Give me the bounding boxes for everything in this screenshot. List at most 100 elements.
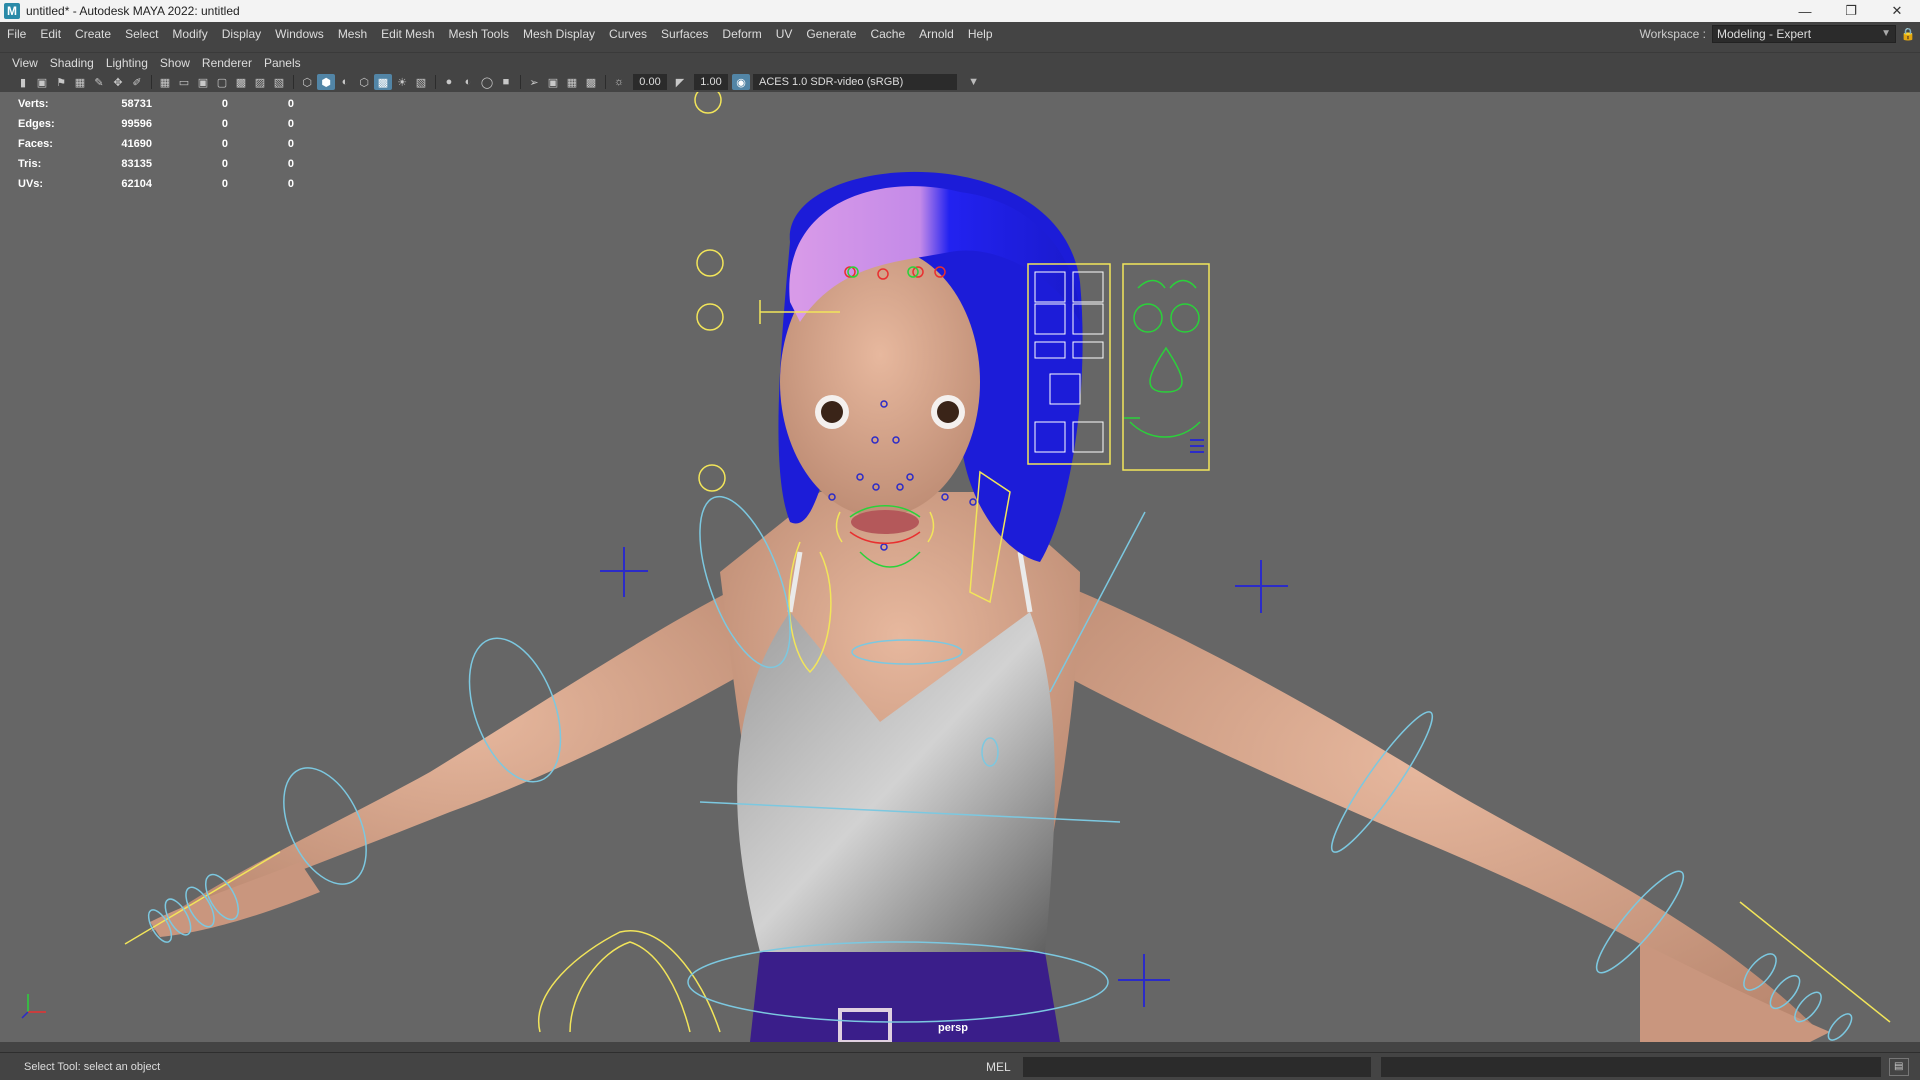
poly-count-hud: Verts: 58731 0 0 Edges: 99596 0 0 Faces:… xyxy=(18,94,294,194)
menu-create[interactable]: Create xyxy=(68,22,118,46)
menu-help[interactable]: Help xyxy=(961,22,1000,46)
hud-row-uvs: UVs: 62104 0 0 xyxy=(18,178,294,190)
panel-menu-bar: View Shading Lighting Show Renderer Pane… xyxy=(0,52,1920,72)
panel-menu-view[interactable]: View xyxy=(0,56,44,70)
gamma-icon[interactable]: ◤ xyxy=(671,74,689,90)
menu-deform[interactable]: Deform xyxy=(715,22,768,46)
chevron-down-icon: ▼ xyxy=(1881,28,1891,39)
wireframe-on-shaded-icon[interactable]: ⬡ xyxy=(355,74,373,90)
shadows-icon[interactable]: ▧ xyxy=(412,74,430,90)
menu-mesh-display[interactable]: Mesh Display xyxy=(516,22,602,46)
window-controls: — ❐ ✕ xyxy=(1782,0,1920,22)
textured-icon[interactable]: ▩ xyxy=(374,74,392,90)
motion-blur-icon[interactable]: ◐ xyxy=(459,74,477,90)
color-space-value: ACES 1.0 SDR-video (sRGB) xyxy=(759,76,904,88)
exposure-icon[interactable]: ☼ xyxy=(610,74,628,90)
menu-display[interactable]: Display xyxy=(215,22,268,46)
menu-arnold[interactable]: Arnold xyxy=(912,22,961,46)
wireframe-icon[interactable]: ⬡ xyxy=(298,74,316,90)
paint-brush-icon[interactable]: ✐ xyxy=(128,74,146,90)
close-button[interactable]: ✕ xyxy=(1874,0,1920,22)
menu-modify[interactable]: Modify xyxy=(165,22,214,46)
exposure-field[interactable]: 0.00 xyxy=(633,74,667,90)
resolution-gate-icon[interactable]: ▣ xyxy=(194,74,212,90)
restore-icon: ❐ xyxy=(1845,3,1857,18)
pants xyxy=(750,952,1060,1042)
toolbar-separator xyxy=(435,75,436,89)
workspace-label: Workspace : xyxy=(1639,27,1706,41)
panel-toolbar: ▮ ▣ ⚑ ▦ ✎ ✥ ✐ ▦ ▭ ▣ ▢ ▩ ▨ ▧ ⬡ ⬢ ◐ ⬡ ▩ ☀ … xyxy=(0,72,1920,92)
left-arm xyxy=(150,572,780,932)
smooth-shade-icon[interactable]: ⬢ xyxy=(317,74,335,90)
face-ui-menu xyxy=(1190,439,1204,453)
xray-joints-icon[interactable]: ▩ xyxy=(582,74,600,90)
field-chart-icon[interactable]: ▩ xyxy=(232,74,250,90)
gamma-field[interactable]: 1.00 xyxy=(694,74,728,90)
help-line: Select Tool: select an object xyxy=(24,1060,161,1073)
viewport-persp[interactable] xyxy=(0,92,1920,1042)
panel-menu-shading[interactable]: Shading xyxy=(44,56,100,70)
toolbar-separator xyxy=(605,75,606,89)
hud-row-faces: Faces: 41690 0 0 xyxy=(18,138,294,150)
menu-mesh[interactable]: Mesh xyxy=(331,22,374,46)
lock-icon[interactable]: 🔒 xyxy=(1896,27,1920,41)
menu-mesh-tools[interactable]: Mesh Tools xyxy=(442,22,516,46)
left-iris xyxy=(821,401,843,423)
main-menu-bar: File Edit Create Select Modify Display W… xyxy=(0,22,1920,46)
menu-windows[interactable]: Windows xyxy=(268,22,331,46)
hud-row-edges: Edges: 99596 0 0 xyxy=(18,118,294,130)
film-gate-icon[interactable]: ▭ xyxy=(175,74,193,90)
twod-pan-zoom-icon[interactable]: ✥ xyxy=(109,74,127,90)
default-lighting-icon[interactable]: ◐ xyxy=(336,74,354,90)
title-bar: M untitled* - Autodesk MAYA 2022: untitl… xyxy=(0,0,1920,22)
status-bar: Select Tool: select an object MEL ▤ xyxy=(0,1052,1920,1080)
toolbar-separator xyxy=(293,75,294,89)
isolate-select-icon[interactable]: ➢ xyxy=(525,74,543,90)
menu-uv[interactable]: UV xyxy=(769,22,800,46)
workspace-dropdown[interactable]: Modeling - Expert ▼ xyxy=(1712,25,1896,43)
panel-menu-panels[interactable]: Panels xyxy=(258,56,307,70)
use-all-lights-icon[interactable]: ☀ xyxy=(393,74,411,90)
gate-mask-icon[interactable]: ▢ xyxy=(213,74,231,90)
right-iris xyxy=(937,401,959,423)
panel-menu-show[interactable]: Show xyxy=(154,56,196,70)
maya-app-icon: M xyxy=(4,3,20,19)
minimize-button[interactable]: — xyxy=(1782,0,1828,22)
menu-generate[interactable]: Generate xyxy=(799,22,863,46)
menu-surfaces[interactable]: Surfaces xyxy=(654,22,715,46)
menu-edit-mesh[interactable]: Edit Mesh xyxy=(374,22,441,46)
camera-name-label: persp xyxy=(938,1022,968,1034)
grease-pencil-icon[interactable]: ✎ xyxy=(90,74,108,90)
hud-row-tris: Tris: 83135 0 0 xyxy=(18,158,294,170)
lips xyxy=(851,510,919,534)
toolbar-separator xyxy=(151,75,152,89)
select-camera-icon[interactable]: ▮ xyxy=(14,74,32,90)
restore-button[interactable]: ❐ xyxy=(1828,0,1874,22)
xray-active-icon[interactable]: ▦ xyxy=(563,74,581,90)
panel-menu-lighting[interactable]: Lighting xyxy=(100,56,154,70)
grid-icon[interactable]: ▦ xyxy=(156,74,174,90)
mel-label[interactable]: MEL xyxy=(986,1060,1011,1074)
camera-attributes-icon[interactable]: ▣ xyxy=(33,74,51,90)
scene-render[interactable] xyxy=(0,92,1920,1042)
screen-space-ao-icon[interactable]: ● xyxy=(440,74,458,90)
depth-of-field-icon[interactable]: ■ xyxy=(497,74,515,90)
script-editor-icon[interactable]: ▤ xyxy=(1888,1057,1909,1076)
safe-action-icon[interactable]: ▨ xyxy=(251,74,269,90)
menu-edit[interactable]: Edit xyxy=(33,22,68,46)
image-plane-icon[interactable]: ▦ xyxy=(71,74,89,90)
command-line-input[interactable] xyxy=(1022,1056,1371,1077)
menu-file[interactable]: File xyxy=(0,22,33,46)
safe-title-icon[interactable]: ▧ xyxy=(270,74,288,90)
xray-icon[interactable]: ▣ xyxy=(544,74,562,90)
view-transform-icon[interactable]: ◉ xyxy=(732,74,750,90)
hud-row-verts: Verts: 58731 0 0 xyxy=(18,98,294,110)
menu-select[interactable]: Select xyxy=(118,22,165,46)
bookmark-icon[interactable]: ⚑ xyxy=(52,74,70,90)
multisample-aa-icon[interactable]: ◯ xyxy=(478,74,496,90)
color-space-dropdown[interactable]: ACES 1.0 SDR-video (sRGB) ▼ xyxy=(753,74,979,90)
workspace-value: Modeling - Expert xyxy=(1717,27,1812,41)
menu-cache[interactable]: Cache xyxy=(863,22,912,46)
panel-menu-renderer[interactable]: Renderer xyxy=(196,56,258,70)
menu-curves[interactable]: Curves xyxy=(602,22,654,46)
